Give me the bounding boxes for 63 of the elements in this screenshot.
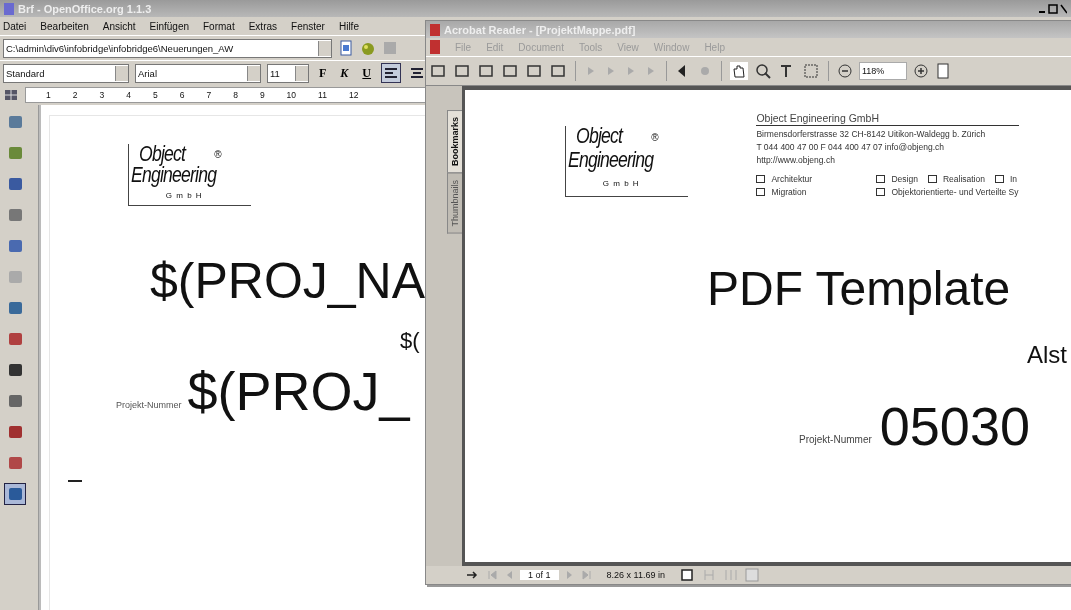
menu-item[interactable]: Fenster: [291, 20, 325, 32]
font-field[interactable]: Arial: [135, 63, 261, 83]
document-icon: [4, 2, 14, 15]
service-label: Objektorientierte- und Verteilte Sy: [891, 187, 1019, 197]
number-label: Projekt-Nummer: [799, 434, 872, 447]
document-title: PDF Template: [707, 265, 1011, 313]
company-logo: Object ® Engineering G m b H: [565, 126, 689, 197]
service-label: Migration: [771, 187, 807, 197]
address-line: Birmensdorferstrasse 32 CH-8142 Uitikon-Waldegg b. Zürich: [756, 129, 987, 139]
url-field[interactable]: C:\admin\div6\infobridge\infobridge6\Neuerungen_AW: [3, 38, 332, 58]
menu-item[interactable]: Ansicht: [102, 20, 136, 32]
single-page-icon[interactable]: [678, 568, 695, 582]
side-tab[interactable]: Thumbnails: [447, 173, 462, 234]
zoom-out-icon[interactable]: [837, 62, 853, 80]
company-logo: Object ® Engineering G m b H: [128, 144, 252, 207]
graphics-select-icon[interactable]: [802, 62, 820, 80]
font-size-field[interactable]: 11: [267, 63, 309, 83]
toolbar-icon[interactable]: [501, 62, 519, 80]
menu-item[interactable]: Einfügen: [149, 20, 189, 32]
placeholder-subtitle: $(: [400, 328, 420, 355]
service-label: In: [1009, 174, 1018, 184]
window-title: Acrobat Reader - [ProjektMappe.pdf]: [444, 23, 636, 36]
menu-item[interactable]: Datei: [3, 20, 27, 32]
toolbar-icon[interactable]: [429, 62, 447, 80]
page-number-field[interactable]: 1 of 1: [520, 570, 559, 580]
new-document-icon[interactable]: [338, 40, 354, 56]
grid-icon[interactable]: [3, 87, 19, 103]
placeholder-title: $(PROJ_NA: [150, 256, 426, 307]
menu-item[interactable]: Hilfe: [338, 20, 359, 32]
zoom-in-icon[interactable]: [913, 62, 929, 80]
number-label: Projekt-Nummer: [116, 400, 182, 413]
zoom-icon[interactable]: [754, 62, 772, 80]
document-icon: [430, 40, 440, 54]
format-button[interactable]: F: [315, 65, 331, 81]
service-label: Realisation: [942, 174, 985, 184]
service-label: Architektur: [771, 174, 813, 184]
placeholder-number: $(PROJ_: [187, 364, 410, 419]
project-number: 05030: [879, 399, 1030, 453]
paragraph-style-field[interactable]: Standard: [3, 63, 129, 83]
toolbar-icon[interactable]: [525, 62, 543, 80]
website-line: http://www.objeng.ch: [756, 155, 836, 165]
page-size-label: 8.26 x 11.69 in: [605, 570, 666, 580]
toolbar-icon[interactable]: [453, 62, 471, 80]
page-icon[interactable]: [935, 62, 951, 80]
tool-icon[interactable]: [4, 483, 26, 505]
toolbar-icon[interactable]: [477, 62, 495, 80]
align-icon[interactable]: [381, 63, 402, 83]
reader-icon: [430, 23, 440, 36]
hand-tool-icon[interactable]: [730, 62, 748, 80]
menu-item[interactable]: Bearbeiten: [40, 20, 89, 32]
window-controls-icon[interactable]: [1037, 2, 1067, 15]
side-tab[interactable]: Bookmarks: [447, 110, 462, 174]
document-subtitle: Alst: [1027, 341, 1067, 369]
format-button[interactable]: K: [336, 65, 353, 81]
zoom-field[interactable]: 118%: [859, 62, 907, 80]
menu-item[interactable]: Extras: [248, 20, 278, 32]
service-label: Design: [891, 174, 918, 184]
format-button[interactable]: U: [358, 65, 376, 81]
window-title: Brf - OpenOffice.org 1.1.3: [18, 2, 152, 15]
toolbar-icon[interactable]: [549, 62, 567, 80]
menu-item[interactable]: Format: [203, 20, 235, 32]
contact-line: T 044 400 47 00 F 044 400 47 07 info@objeng.ch: [756, 142, 946, 152]
company-name: Object Engineering GmbH: [756, 112, 1019, 126]
